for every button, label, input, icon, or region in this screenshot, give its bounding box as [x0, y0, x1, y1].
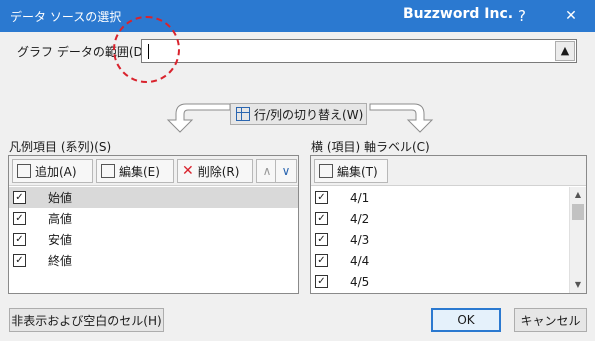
title-bar: データ ソースの選択 Buzzword Inc. ? ✕: [0, 0, 595, 32]
axis-item[interactable]: ✓ 4/2: [311, 208, 569, 229]
add-series-button[interactable]: 追加(A): [12, 159, 93, 183]
cancel-label: キャンセル: [520, 313, 581, 328]
axis-item[interactable]: ✓ 4/5: [311, 271, 569, 292]
switch-arrow-left-icon: [166, 103, 231, 133]
axis-list: ✓ 4/1 ✓ 4/2 ✓ 4/3 ✓ 4/4 ✓ 4/5: [311, 187, 569, 293]
axis-section-label: 横 (項目) 軸ラベル(C): [311, 140, 430, 154]
move-down-button[interactable]: ∨: [275, 159, 297, 183]
checkbox-icon[interactable]: ✓: [315, 233, 328, 246]
highlight-circle: [113, 16, 180, 83]
legend-item[interactable]: ✓ 終値: [9, 250, 298, 271]
help-icon[interactable]: ?: [509, 5, 535, 27]
axis-toolbar: 編集(T): [311, 156, 586, 186]
switch-icon: [236, 107, 250, 121]
axis-item[interactable]: ✓ 4/4: [311, 250, 569, 271]
switch-row-column-button[interactable]: 行/列の切り替え(W): [230, 103, 367, 125]
scroll-thumb[interactable]: [572, 204, 584, 220]
ok-button[interactable]: OK: [431, 308, 501, 332]
data-range-input[interactable]: ▲: [141, 39, 577, 63]
legend-toolbar: 追加(A) 編集(E) ✕ 削除(R) ∧ ∨: [9, 156, 298, 186]
edit-axis-button[interactable]: 編集(T): [314, 159, 388, 183]
axis-item-label: 4/5: [350, 274, 370, 289]
ok-label: OK: [457, 313, 475, 327]
delete-series-button[interactable]: ✕ 削除(R): [177, 159, 253, 183]
legend-item[interactable]: ✓ 始値: [9, 187, 298, 208]
move-down-icon: ∨: [281, 164, 291, 178]
hidden-empty-cells-button[interactable]: 非表示および空白のセル(H): [9, 308, 164, 332]
checkbox-icon[interactable]: ✓: [315, 191, 328, 204]
checkbox-icon[interactable]: ✓: [315, 254, 328, 267]
checkbox-icon[interactable]: ✓: [315, 275, 328, 288]
edit-icon: [101, 164, 115, 178]
checkbox-icon[interactable]: ✓: [13, 212, 26, 225]
add-series-label: 追加(A): [35, 164, 77, 179]
legend-item-label: 始値: [48, 191, 73, 205]
axis-item[interactable]: ✓ 4/1: [311, 187, 569, 208]
window-title: データ ソースの選択: [10, 10, 122, 24]
checkbox-icon[interactable]: ✓: [315, 212, 328, 225]
scroll-down-icon[interactable]: ▼: [570, 277, 586, 293]
legend-list: ✓ 始値 ✓ 高値 ✓ 安値 ✓ 終値: [9, 187, 298, 293]
axis-item-label: 4/3: [350, 232, 370, 247]
legend-item-label: 安値: [48, 233, 73, 247]
axis-item-label: 4/4: [350, 253, 370, 268]
axis-panel: 編集(T) ✓ 4/1 ✓ 4/2 ✓ 4/3 ✓ 4/4 ✓ 4/5 ▲ ▼: [310, 155, 587, 294]
checkbox-icon[interactable]: ✓: [13, 233, 26, 246]
axis-scrollbar[interactable]: ▲ ▼: [569, 187, 586, 293]
legend-item-label: 終値: [48, 254, 73, 268]
collapse-icon[interactable]: ▲: [555, 41, 575, 61]
edit-axis-label: 編集(T): [337, 164, 378, 179]
legend-item-label: 高値: [48, 212, 73, 226]
axis-item-label: 4/2: [350, 211, 370, 226]
delete-series-label: 削除(R): [197, 164, 240, 179]
switch-row-column-label: 行/列の切り替え(W): [254, 107, 364, 122]
scroll-up-icon[interactable]: ▲: [570, 187, 586, 203]
move-up-icon: ∧: [262, 164, 272, 178]
axis-item[interactable]: ✓ 4/3: [311, 229, 569, 250]
checkbox-icon[interactable]: ✓: [13, 191, 26, 204]
cancel-button[interactable]: キャンセル: [514, 308, 587, 332]
add-icon: [17, 164, 31, 178]
brand-label: Buzzword Inc.: [403, 6, 514, 22]
legend-panel: 追加(A) 編集(E) ✕ 削除(R) ∧ ∨ ✓ 始値 ✓ 高値 ✓ 安値 ✓…: [8, 155, 299, 294]
legend-item[interactable]: ✓ 高値: [9, 208, 298, 229]
switch-arrow-right-icon: [369, 103, 434, 133]
legend-item[interactable]: ✓ 安値: [9, 229, 298, 250]
legend-section-label: 凡例項目 (系列)(S): [9, 140, 112, 154]
close-icon[interactable]: ✕: [558, 5, 584, 27]
checkbox-icon[interactable]: ✓: [13, 254, 26, 267]
edit-series-label: 編集(E): [119, 164, 160, 179]
axis-item-label: 4/1: [350, 190, 370, 205]
delete-icon: ✕: [182, 163, 194, 179]
hidden-empty-cells-label: 非表示および空白のセル(H): [11, 313, 162, 328]
edit-series-button[interactable]: 編集(E): [96, 159, 174, 183]
edit-icon: [319, 164, 333, 178]
